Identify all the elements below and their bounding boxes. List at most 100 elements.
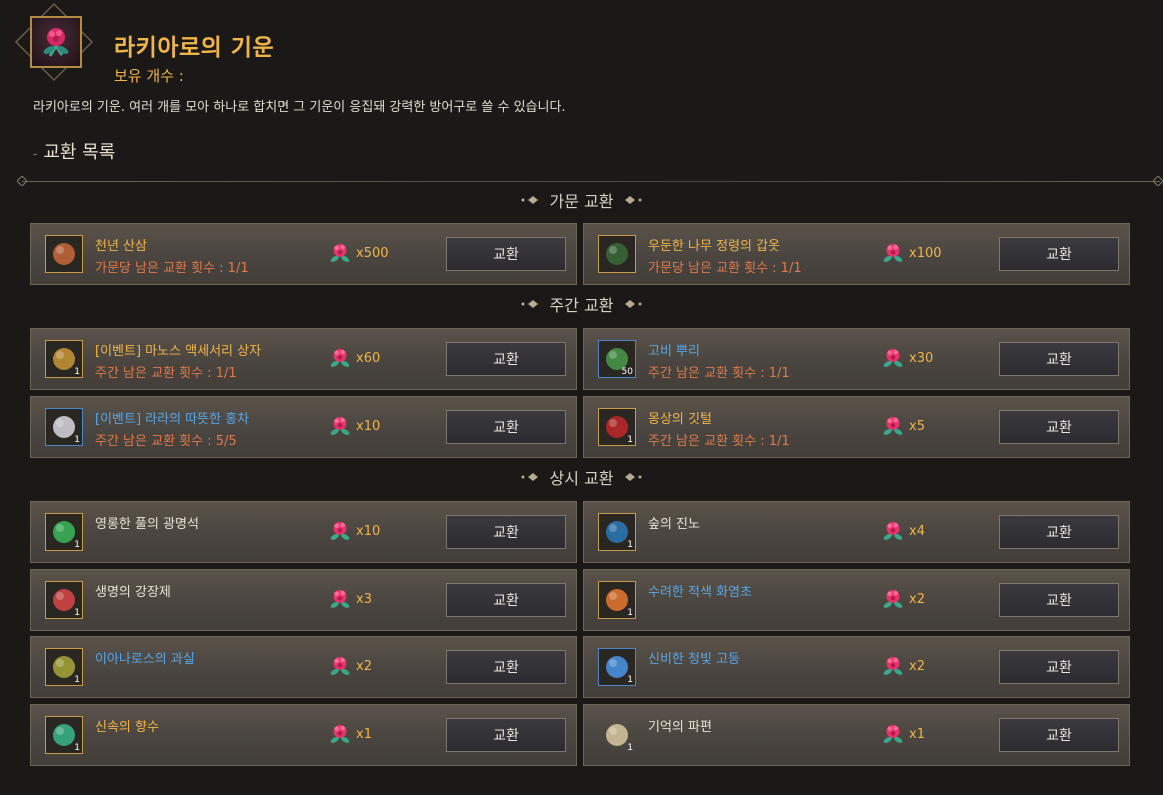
category-always-label: 상시 교환 (549, 469, 614, 488)
item-name: [이벤트] 라라의 따뜻한 홍차 (95, 412, 250, 427)
exchange-button[interactable]: 교환 (999, 410, 1119, 444)
flower-icon (880, 518, 906, 544)
ginseng-icon[interactable] (45, 235, 83, 273)
flower-icon (327, 413, 353, 439)
exchange-limit: 주간 남은 교환 횟수 : 1/1 (648, 434, 790, 449)
item-name: [이벤트] 마노스 액세서리 상자 (95, 344, 262, 359)
item-quantity: 1 (627, 540, 633, 550)
fruit-icon[interactable]: 1 (45, 648, 83, 686)
exchange-button[interactable]: 교환 (999, 515, 1119, 549)
cost: x1 (327, 721, 372, 747)
cost-amount: x5 (909, 418, 925, 434)
cost: x5 (880, 413, 925, 439)
category-family: 가문 교환 (0, 188, 1163, 212)
tree-armor-icon[interactable] (598, 235, 636, 273)
item-icon-frame (14, 2, 94, 82)
cost: x2 (880, 653, 925, 679)
item-quantity: 1 (627, 608, 633, 618)
flower-icon (327, 518, 353, 544)
item-name: 기억의 파편 (648, 720, 712, 735)
flower-icon (880, 345, 906, 371)
exchange-button[interactable]: 교환 (446, 718, 566, 752)
exchange-button[interactable]: 교환 (446, 237, 566, 271)
flower-icon (880, 653, 906, 679)
exchange-item-card: 1 이아나로스의 과실 x2 교환 (30, 636, 577, 698)
cost-amount: x1 (909, 726, 925, 742)
tea-cup-icon[interactable]: 1 (45, 408, 83, 446)
category-always: 상시 교환 (0, 465, 1163, 489)
flower-icon (327, 721, 353, 747)
exchange-button[interactable]: 교환 (446, 515, 566, 549)
item-name: 수려한 적색 화염초 (648, 585, 752, 600)
fire-herb-icon[interactable]: 1 (598, 581, 636, 619)
page-title: 라키아로의 기운 (114, 35, 275, 61)
potion-icon[interactable]: 1 (45, 581, 83, 619)
exchange-list-title-text: 교환 목록 (43, 142, 116, 163)
cost-amount: x2 (909, 658, 925, 674)
flower-icon (880, 413, 906, 439)
exchange-item-card: 50 고비 뿌리주간 남은 교환 횟수 : 1/1 x30 교환 (583, 328, 1130, 390)
cost: x10 (327, 413, 380, 439)
cost-amount: x1 (356, 726, 372, 742)
item-name: 천년 산삼 (95, 239, 147, 254)
cost-amount: x100 (909, 245, 942, 261)
exchange-button[interactable]: 교환 (446, 583, 566, 617)
item-name: 이아나로스의 과실 (95, 652, 195, 667)
item-name: 신속의 향수 (95, 720, 159, 735)
exchange-button[interactable]: 교환 (999, 583, 1119, 617)
exchange-item-card: 1 [이벤트] 라라의 따뜻한 홍차 주간 남은 교환 횟수 : 5/5 x10 교환 (30, 396, 577, 458)
cost: x2 (327, 653, 372, 679)
exchange-button[interactable]: 교환 (446, 650, 566, 684)
conch-icon[interactable]: 1 (598, 648, 636, 686)
item-name: 신비한 청빛 고둥 (648, 652, 740, 667)
cost-amount: x2 (356, 658, 372, 674)
item-quantity: 50 (621, 367, 633, 377)
divider (22, 181, 1160, 182)
exchange-button[interactable]: 교환 (999, 718, 1119, 752)
exchange-button[interactable]: 교환 (999, 237, 1119, 271)
item-quantity: 1 (627, 435, 633, 445)
flower-icon (30, 16, 82, 68)
cost-amount: x2 (909, 591, 925, 607)
item-name: 우둔한 나무 정령의 갑옷 (648, 239, 780, 254)
cost-amount: x10 (356, 523, 381, 539)
forest-wrath-icon[interactable]: 1 (598, 513, 636, 551)
cost: x3 (327, 586, 372, 612)
treasure-chest-icon[interactable]: 1 (45, 340, 83, 378)
flower-icon (880, 721, 906, 747)
flower-icon (880, 240, 906, 266)
exchange-button[interactable]: 교환 (446, 342, 566, 376)
memory-fragment-icon[interactable]: 1 (598, 716, 636, 754)
exchange-limit: 주간 남은 교환 횟수 : 1/1 (95, 366, 237, 381)
item-description: 라키아로의 기운. 여러 개를 모아 하나로 합치면 그 기운이 응집돼 강력한… (33, 100, 566, 115)
ornament-right-icon (623, 195, 643, 205)
exchange-button[interactable]: 교환 (999, 650, 1119, 684)
exchange-button[interactable]: 교환 (446, 410, 566, 444)
cost-amount: x3 (356, 591, 372, 607)
exchange-item-card: 1 몽상의 깃털 주간 남은 교환 횟수 : 1/1 x5 교환 (583, 396, 1130, 458)
flower-icon (880, 586, 906, 612)
exchange-item-card: 천년 산삼 가문당 남은 교환 횟수 : 1/1 x500 교환 (30, 223, 577, 285)
fern-root-icon[interactable]: 50 (598, 340, 636, 378)
cost: x1 (880, 721, 925, 747)
green-gem-icon[interactable]: 1 (45, 513, 83, 551)
ornament-left-icon (520, 299, 540, 309)
cost: x30 (880, 345, 933, 371)
cost-amount: x30 (909, 350, 934, 366)
feather-icon[interactable]: 1 (598, 408, 636, 446)
exchange-limit: 주간 남은 교환 횟수 : 1/1 (648, 366, 790, 381)
item-name: 생명의 강장제 (95, 585, 171, 600)
item-quantity: 1 (74, 435, 80, 445)
item-quantity: 1 (74, 608, 80, 618)
header: 라키아로의 기운 보유 개수 : 라키아로의 기운. 여러 개를 모아 하나로 … (0, 0, 1163, 180)
ornament-right-icon (623, 299, 643, 309)
item-quantity: 1 (74, 743, 80, 753)
flower-icon (327, 240, 353, 266)
item-name: 숲의 진노 (648, 517, 700, 532)
category-family-label: 가문 교환 (549, 192, 614, 211)
item-name: 고비 뿌리 (648, 344, 700, 359)
cost: x60 (327, 345, 380, 371)
exchange-button[interactable]: 교환 (999, 342, 1119, 376)
perfume-icon[interactable]: 1 (45, 716, 83, 754)
exchange-item-card: 1 [이벤트] 마노스 액세서리 상자주간 남은 교환 횟수 : 1/1 x60 교환 (30, 328, 577, 390)
